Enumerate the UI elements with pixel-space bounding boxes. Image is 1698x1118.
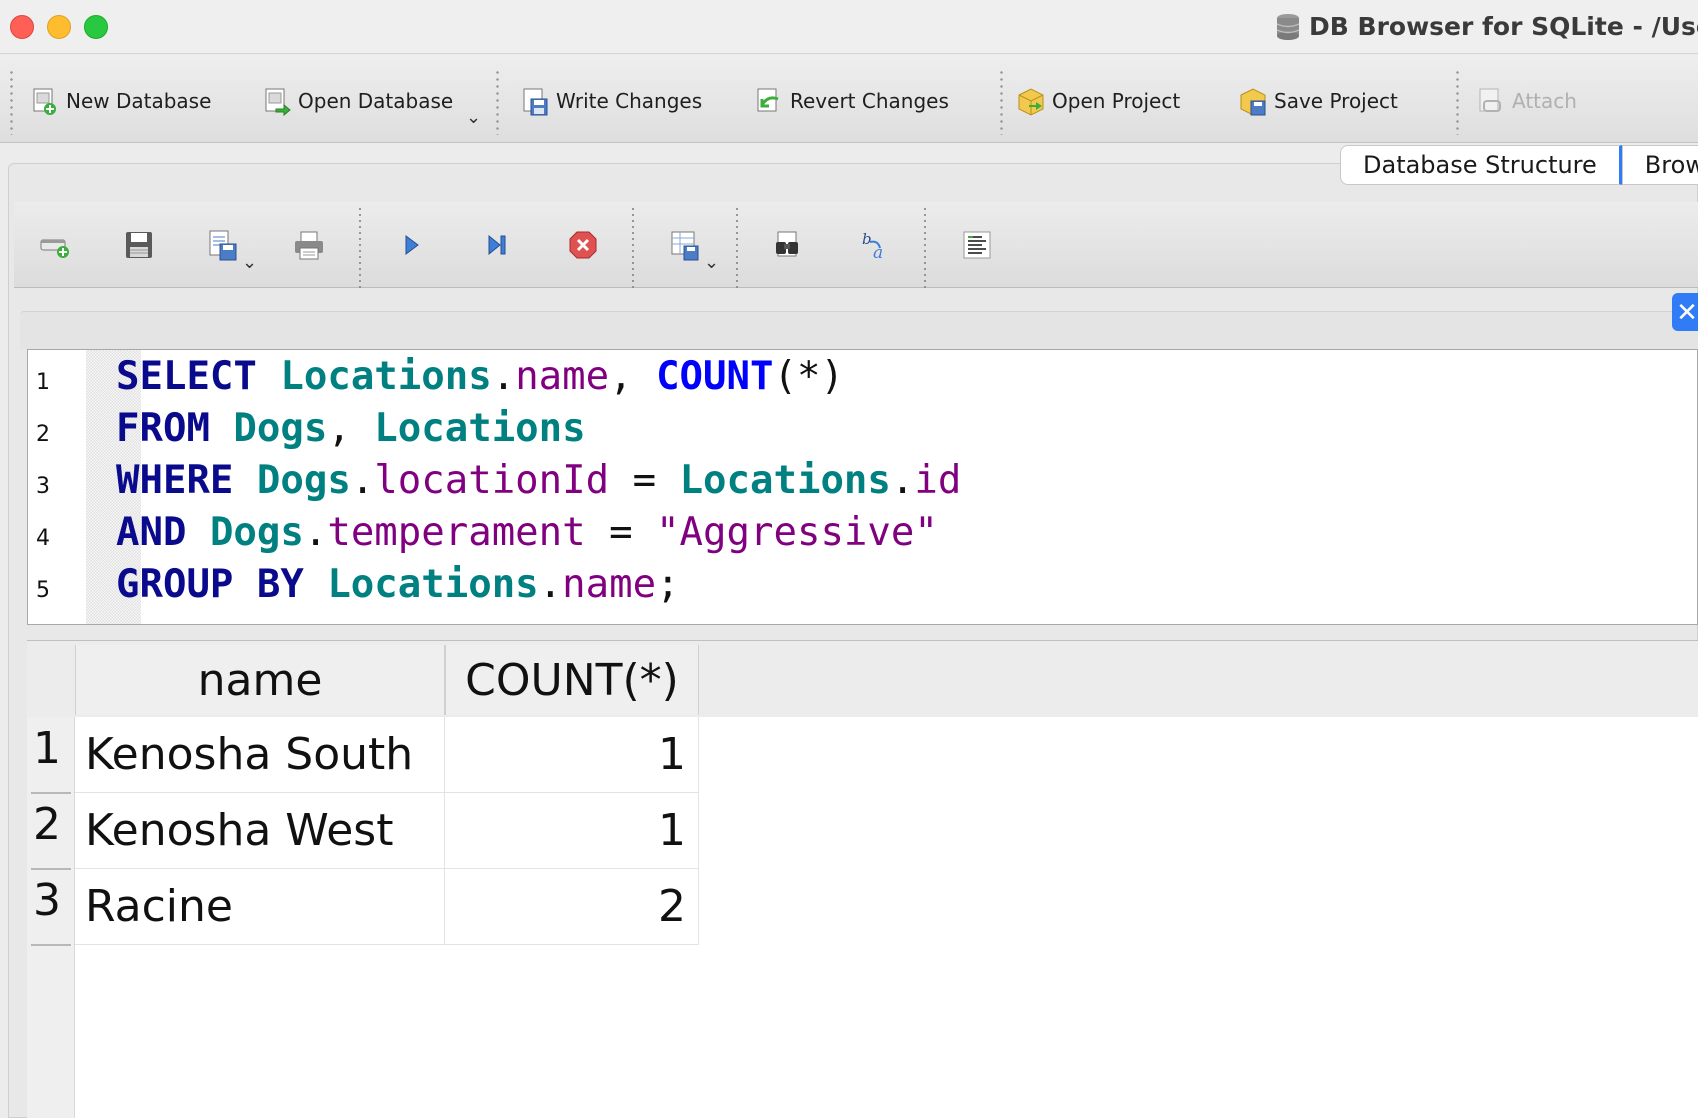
svg-text:a: a — [873, 243, 883, 262]
window-title-text: DB Browser for SQLite - /User — [1309, 12, 1698, 41]
execute-current-line-icon[interactable] — [480, 228, 514, 262]
svg-text:b: b — [862, 230, 872, 248]
open-tab-icon[interactable] — [38, 228, 72, 262]
close-window-button[interactable] — [10, 15, 34, 39]
row-number[interactable]: 3 — [33, 875, 61, 926]
database-icon — [1276, 13, 1300, 40]
row-number[interactable]: 2 — [33, 799, 61, 850]
open-database-icon — [265, 88, 291, 117]
app-window: DB Browser for SQLite - /User New Databa… — [0, 0, 1698, 1118]
find-text-icon[interactable] — [772, 228, 806, 262]
tab-database-structure[interactable]: Database Structure — [1340, 145, 1622, 185]
code-line: 5 GROUP BY Locations.name; — [28, 558, 1698, 610]
new-database-icon — [33, 88, 56, 115]
write-changes-icon — [523, 88, 548, 116]
code-line: 1 SELECT Locations.name, COUNT(*) — [28, 350, 1698, 402]
revert-changes-icon — [757, 88, 779, 112]
close-icon[interactable]: ✕ — [1672, 293, 1698, 331]
code-line: 3 WHERE Dogs.locationId = Locations.id — [28, 454, 1698, 506]
revert-changes-button[interactable]: Revert Changes — [754, 83, 949, 119]
window-title: DB Browser for SQLite - /User — [1275, 12, 1698, 41]
save-results-dropdown-arrow-icon[interactable]: ⌄ — [704, 252, 719, 273]
sql-toolbar: ⌄ ⌄ b a — [14, 202, 1698, 288]
table-cell-count[interactable]: 2 — [445, 869, 699, 945]
table-cell-count[interactable]: 1 — [445, 793, 699, 869]
toolbar-separator — [496, 69, 499, 135]
line-number: 5 — [36, 578, 50, 603]
new-database-button[interactable]: New Database — [30, 83, 211, 119]
save-project-button[interactable]: Save Project — [1238, 83, 1398, 119]
tab-browse-data[interactable]: Brow — [1621, 145, 1698, 185]
attach-database-button[interactable]: Attach — [1476, 83, 1577, 119]
column-header-name[interactable]: name — [75, 645, 445, 715]
results-table: name COUNT(*) 1 Kenosha South 1 2 Kenosh… — [27, 640, 1698, 1118]
code-text: GROUP BY Locations.name; — [116, 562, 680, 607]
table-cell-name[interactable]: Kenosha West — [75, 793, 445, 869]
comment-lines-icon[interactable] — [960, 228, 994, 262]
save-project-icon — [1240, 88, 1266, 116]
find-replace-icon[interactable]: b a — [858, 228, 892, 262]
toolbar-grip[interactable] — [10, 69, 13, 135]
row-number[interactable]: 1 — [33, 723, 61, 774]
line-number: 4 — [36, 526, 50, 551]
table-cell-count[interactable]: 1 — [445, 717, 699, 793]
main-toolbar: New Database Open Database ⌄ Write Chang… — [0, 55, 1698, 143]
line-number: 3 — [36, 474, 50, 499]
stop-execution-icon[interactable] — [566, 228, 600, 262]
open-project-icon — [1018, 88, 1044, 116]
execute-all-icon[interactable] — [394, 228, 428, 262]
column-header-count[interactable]: COUNT(*) — [445, 645, 699, 715]
attach-database-icon — [1479, 88, 1501, 112]
code-text: AND Dogs.temperament = "Aggressive" — [116, 510, 938, 555]
toolbar-separator — [924, 206, 926, 288]
code-text: FROM Dogs, Locations — [116, 406, 586, 451]
open-sql-file-icon[interactable] — [122, 228, 156, 262]
save-sql-file-icon[interactable] — [206, 228, 240, 262]
save-results-icon[interactable] — [668, 228, 702, 262]
write-changes-button[interactable]: Write Changes — [520, 83, 702, 119]
open-database-dropdown-arrow-icon[interactable]: ⌄ — [466, 107, 481, 128]
row-divider — [31, 792, 71, 794]
sql-editor[interactable]: 1 SELECT Locations.name, COUNT(*) 2 FROM… — [27, 349, 1698, 625]
table-cell-name[interactable]: Racine — [75, 869, 445, 945]
toolbar-separator — [632, 206, 634, 288]
code-text: SELECT Locations.name, COUNT(*) — [116, 354, 844, 399]
row-divider — [31, 868, 71, 870]
code-line: 2 FROM Dogs, Locations — [28, 402, 1698, 454]
sql-editor-tab-strip — [20, 311, 1698, 349]
main-tab-bar: Database Structure Brow — [1340, 145, 1698, 185]
line-number: 2 — [36, 422, 50, 447]
code-text: WHERE Dogs.locationId = Locations.id — [116, 458, 962, 503]
row-divider — [31, 944, 71, 946]
title-bar: DB Browser for SQLite - /User — [0, 0, 1698, 54]
line-number: 1 — [36, 370, 50, 395]
toolbar-separator — [736, 206, 738, 288]
print-icon[interactable] — [292, 228, 326, 262]
code-line: 4 AND Dogs.temperament = "Aggressive" — [28, 506, 1698, 558]
save-sql-dropdown-arrow-icon[interactable]: ⌄ — [242, 252, 257, 273]
toolbar-separator — [1456, 69, 1459, 135]
table-header-row: name COUNT(*) — [27, 641, 1698, 717]
open-project-button[interactable]: Open Project — [1016, 83, 1180, 119]
toolbar-separator — [359, 206, 361, 288]
maximize-window-button[interactable] — [84, 15, 108, 39]
toolbar-separator — [1000, 69, 1003, 135]
open-database-button[interactable]: Open Database — [262, 83, 453, 119]
minimize-window-button[interactable] — [47, 15, 71, 39]
table-cell-name[interactable]: Kenosha South — [75, 717, 445, 793]
